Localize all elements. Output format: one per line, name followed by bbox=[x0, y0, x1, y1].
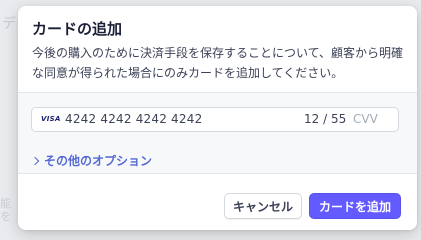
dialog-header: カードの追加 今後の購入のために決済手段を保存することについて、顧客から明確な同… bbox=[18, 6, 417, 93]
more-options-label: その他のオプション bbox=[44, 154, 153, 168]
more-options-toggle[interactable]: その他のオプション bbox=[30, 152, 153, 169]
dialog-description: 今後の購入のために決済手段を保存することについて、顧客から明確な同意が得られた場… bbox=[32, 46, 404, 80]
card-expiry-field[interactable]: 12 / 55 bbox=[304, 112, 346, 126]
chevron-right-icon bbox=[30, 156, 40, 165]
card-cvv-field[interactable]: CVV bbox=[353, 112, 378, 126]
visa-icon: VISA bbox=[41, 115, 61, 123]
card-number-field[interactable]: 4242 4242 4242 4242 bbox=[65, 112, 202, 126]
add-card-button[interactable]: カードを追加 bbox=[309, 193, 401, 219]
background-text: を bbox=[0, 210, 11, 223]
dialog-body: VISA 4242 4242 4242 4242 12 / 55 CVV その他… bbox=[18, 93, 417, 173]
dialog-title: カードの追加 bbox=[32, 20, 123, 38]
add-card-dialog: カードの追加 今後の購入のために決済手段を保存することについて、顧客から明確な同… bbox=[18, 6, 417, 230]
card-input[interactable]: VISA 4242 4242 4242 4242 12 / 55 CVV bbox=[31, 107, 399, 132]
dialog-footer: キャンセル カードを追加 bbox=[18, 173, 417, 230]
cancel-button[interactable]: キャンセル bbox=[224, 193, 302, 219]
